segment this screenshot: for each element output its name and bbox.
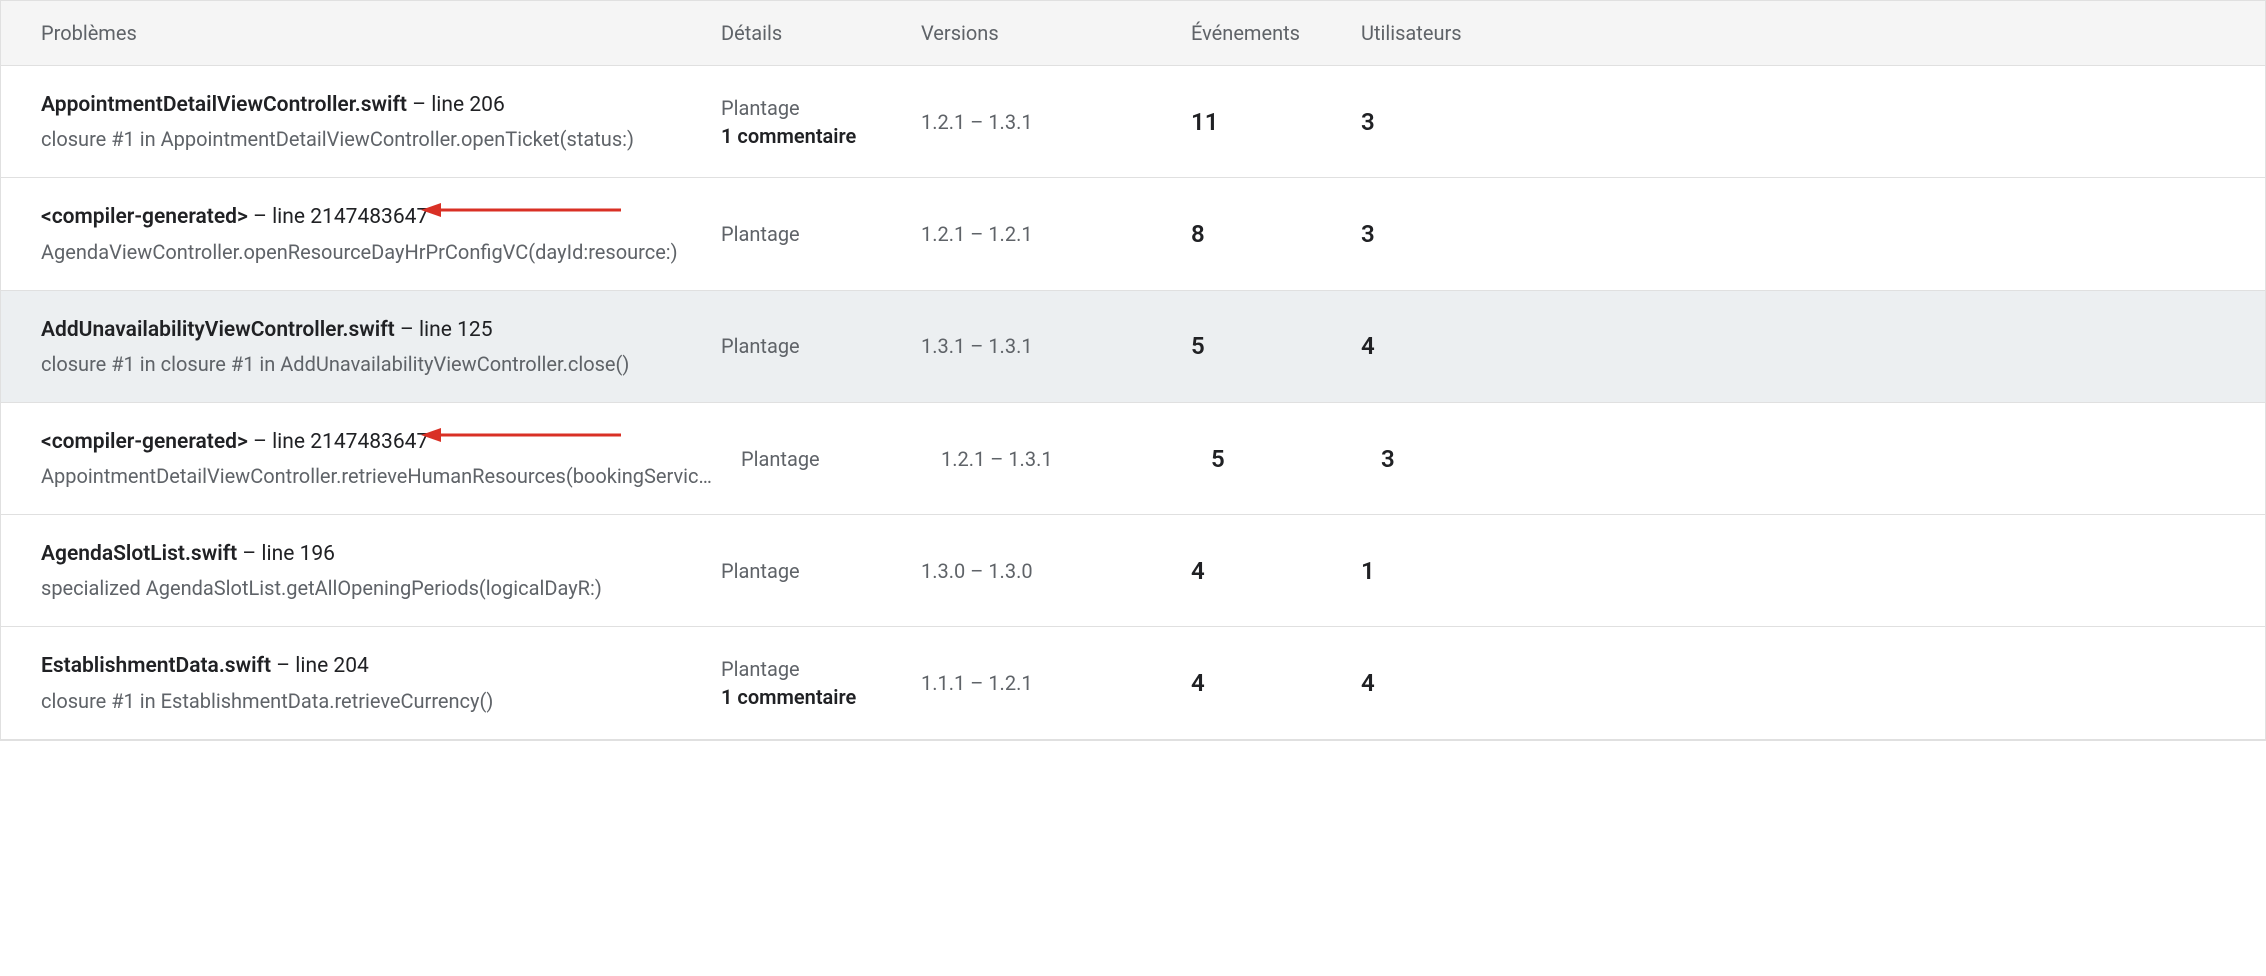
issue-type: Plantage [721,222,901,246]
issue-events: 4 [1191,557,1361,585]
table-row[interactable]: AddUnavailabilityViewController.swift – … [1,291,2265,403]
issue-users: 3 [1361,108,2265,136]
issue-users: 3 [1381,445,2265,473]
issue-subtitle: closure #1 in EstablishmentData.retrieve… [41,689,701,713]
issue-type: Plantage [721,96,901,120]
issue-type: Plantage [741,447,921,471]
issue-events: 4 [1191,669,1361,697]
issue-subtitle: closure #1 in AppointmentDetailViewContr… [41,127,701,151]
issues-table: Problèmes Détails Versions Événements Ut… [0,0,2266,741]
issue-type: Plantage [721,657,901,681]
issue-comment: 1 commentaire [721,124,901,148]
issue-versions: 1.2.1 – 1.3.1 [941,447,1211,471]
table-header-row: Problèmes Détails Versions Événements Ut… [1,0,2265,66]
issue-users: 4 [1361,332,2265,360]
issue-title: <compiler-generated> – line 2147483647 [41,429,721,456]
issue-subtitle: AgendaViewController.openResourceDayHrPr… [41,240,701,264]
table-row[interactable]: AppointmentDetailViewController.swift – … [1,66,2265,178]
issue-events: 5 [1211,445,1381,473]
issue-events: 8 [1191,220,1361,248]
header-details[interactable]: Détails [721,21,921,45]
issue-line: line 196 [261,542,335,566]
issue-type: Plantage [721,559,901,583]
issue-subtitle: AppointmentDetailViewController.retrieve… [41,464,721,488]
issue-versions: 1.2.1 – 1.2.1 [921,222,1191,246]
issue-file: <compiler-generated> [41,430,248,454]
issue-line: line 204 [295,654,369,678]
issue-events: 11 [1191,108,1361,136]
issue-users: 1 [1361,557,2265,585]
issue-title: AppointmentDetailViewController.swift – … [41,92,701,119]
issue-versions: 1.2.1 – 1.3.1 [921,110,1191,134]
table-row[interactable]: EstablishmentData.swift – line 204 closur… [1,627,2265,739]
table-row[interactable]: <compiler-generated> – line 2147483647 Ap… [1,403,2265,515]
table-row[interactable]: <compiler-generated> – line 2147483647 Ag… [1,178,2265,290]
header-problems[interactable]: Problèmes [1,21,721,45]
issue-versions: 1.1.1 – 1.2.1 [921,671,1191,695]
issue-file: AgendaSlotList.swift [41,542,237,566]
issue-title: EstablishmentData.swift – line 204 [41,653,701,680]
issue-line: line 125 [419,318,493,342]
issue-versions: 1.3.0 – 1.3.0 [921,559,1191,583]
issue-comment: 1 commentaire [721,685,901,709]
issue-file: AddUnavailabilityViewController.swift [41,318,395,342]
issue-subtitle: specialized AgendaSlotList.getAllOpening… [41,576,701,600]
issue-title: AddUnavailabilityViewController.swift – … [41,317,701,344]
issue-title: AgendaSlotList.swift – line 196 [41,541,701,568]
issue-versions: 1.3.1 – 1.3.1 [921,334,1191,358]
issue-subtitle: closure #1 in closure #1 in AddUnavailab… [41,352,701,376]
issue-line: line 206 [431,93,505,117]
issue-file: <compiler-generated> [41,205,248,229]
issue-file: EstablishmentData.swift [41,654,271,678]
header-users[interactable]: Utilisateurs [1361,21,2265,45]
issue-type: Plantage [721,334,901,358]
issue-line: line 2147483647 [272,205,428,229]
table-row[interactable]: AgendaSlotList.swift – line 196 specializ… [1,515,2265,627]
header-events[interactable]: Événements [1191,21,1361,45]
issue-events: 5 [1191,332,1361,360]
issue-file: AppointmentDetailViewController.swift [41,93,407,117]
issue-users: 4 [1361,669,2265,697]
issue-line: line 2147483647 [272,430,428,454]
issue-users: 3 [1361,220,2265,248]
issue-title: <compiler-generated> – line 2147483647 [41,204,701,231]
header-versions[interactable]: Versions [921,21,1191,45]
